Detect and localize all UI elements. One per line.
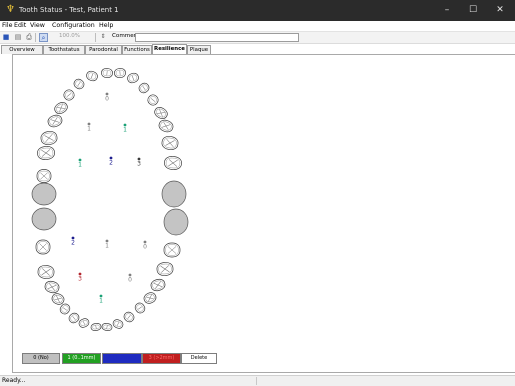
- teeth-layer: [32, 68, 188, 331]
- tooth-icon[interactable]: [133, 301, 146, 314]
- missing-tooth-icon[interactable]: [162, 181, 186, 207]
- tooth-icon[interactable]: [101, 323, 112, 332]
- tooth-icon[interactable]: [37, 170, 51, 183]
- legend-over-2mm-button[interactable]: 3 (>2mm): [142, 353, 181, 364]
- tooth-icon[interactable]: [53, 100, 69, 115]
- tooth-icon[interactable]: [112, 318, 124, 329]
- mobility-marker-label: 1: [123, 127, 127, 134]
- mobility-marker-label: 0: [105, 96, 109, 103]
- tooth-icon[interactable]: [62, 88, 76, 102]
- status-bar: Ready...: [0, 375, 515, 386]
- legend-1-2mm-label: 2 (1..2mm): [108, 355, 136, 361]
- tooth-icon[interactable]: [164, 243, 180, 257]
- status-divider: [256, 377, 257, 385]
- tooth-icon[interactable]: [37, 265, 54, 279]
- legend-no-label: 0 (No): [33, 355, 48, 361]
- dental-arch-chart: 0 1 1 1 2 3 2 1 0 3 0 1: [0, 0, 515, 385]
- mobility-markers-layer: 0 1 1 1 2 3 2 1 0 3 0 1: [71, 93, 147, 305]
- delete-button[interactable]: Delete: [181, 353, 217, 364]
- tooth-icon[interactable]: [122, 310, 135, 323]
- tooth-icon[interactable]: [50, 292, 65, 306]
- mobility-marker[interactable]: 0: [128, 274, 132, 284]
- tooth-icon[interactable]: [44, 280, 60, 294]
- legend-no-button[interactable]: 0 (No): [22, 353, 60, 364]
- mobility-marker-label: 3: [78, 276, 82, 283]
- missing-tooth-icon[interactable]: [32, 208, 56, 230]
- mobility-marker[interactable]: 1: [105, 240, 109, 250]
- mobility-marker-label: 1: [99, 298, 103, 305]
- mobility-marker[interactable]: 1: [78, 159, 82, 169]
- tooth-icon[interactable]: [146, 93, 160, 107]
- tooth-icon[interactable]: [85, 70, 98, 82]
- mobility-marker[interactable]: 2: [71, 237, 75, 247]
- mobility-marker-label: 0: [128, 277, 132, 284]
- tooth-icon[interactable]: [78, 317, 90, 328]
- mobility-marker[interactable]: 0: [105, 93, 109, 103]
- mobility-marker-label: 3: [137, 161, 141, 168]
- mobility-marker-label: 2: [109, 160, 113, 167]
- tooth-icon[interactable]: [114, 68, 126, 78]
- mobility-marker[interactable]: 1: [123, 124, 127, 134]
- legend-over-2mm-label: 3 (>2mm): [149, 355, 175, 361]
- tooth-icon[interactable]: [101, 68, 113, 78]
- mobility-marker-label: 2: [71, 240, 75, 247]
- missing-tooth-icon[interactable]: [32, 183, 56, 205]
- tooth-icon[interactable]: [90, 323, 101, 332]
- tooth-icon[interactable]: [142, 291, 157, 305]
- status-text: Ready...: [2, 377, 26, 384]
- legend-0-1mm-label: 1 (0..1mm): [68, 355, 96, 361]
- mobility-marker-label: 1: [87, 126, 91, 133]
- mobility-marker-label: 0: [143, 244, 147, 251]
- mobility-marker[interactable]: 0: [143, 241, 147, 251]
- tooth-icon[interactable]: [40, 130, 58, 146]
- mobility-marker-label: 1: [78, 162, 82, 169]
- tooth-icon[interactable]: [36, 240, 50, 254]
- mobility-marker[interactable]: 1: [99, 295, 103, 305]
- mobility-marker[interactable]: 3: [137, 158, 141, 168]
- legend-0-1mm-button[interactable]: 1 (0..1mm): [62, 353, 101, 364]
- tooth-icon[interactable]: [153, 105, 169, 120]
- delete-label: Delete: [191, 355, 207, 361]
- tooth-icon[interactable]: [156, 262, 173, 276]
- tooth-icon[interactable]: [72, 77, 85, 90]
- mobility-marker[interactable]: 1: [87, 123, 91, 133]
- tooth-icon[interactable]: [47, 113, 64, 128]
- mobility-marker[interactable]: 3: [78, 273, 82, 283]
- tooth-icon[interactable]: [37, 146, 55, 160]
- tooth-icon[interactable]: [150, 278, 166, 292]
- tooth-icon[interactable]: [161, 135, 179, 151]
- mobility-marker[interactable]: 2: [109, 157, 113, 167]
- tooth-icon[interactable]: [67, 311, 80, 324]
- missing-tooth-icon[interactable]: [164, 209, 188, 235]
- tooth-icon[interactable]: [137, 81, 150, 94]
- tooth-icon[interactable]: [164, 156, 182, 170]
- tooth-icon[interactable]: [126, 72, 139, 84]
- mobility-marker-label: 1: [105, 243, 109, 250]
- legend-1-2mm-button[interactable]: 2 (1..2mm): [102, 353, 142, 364]
- tooth-icon[interactable]: [158, 118, 175, 133]
